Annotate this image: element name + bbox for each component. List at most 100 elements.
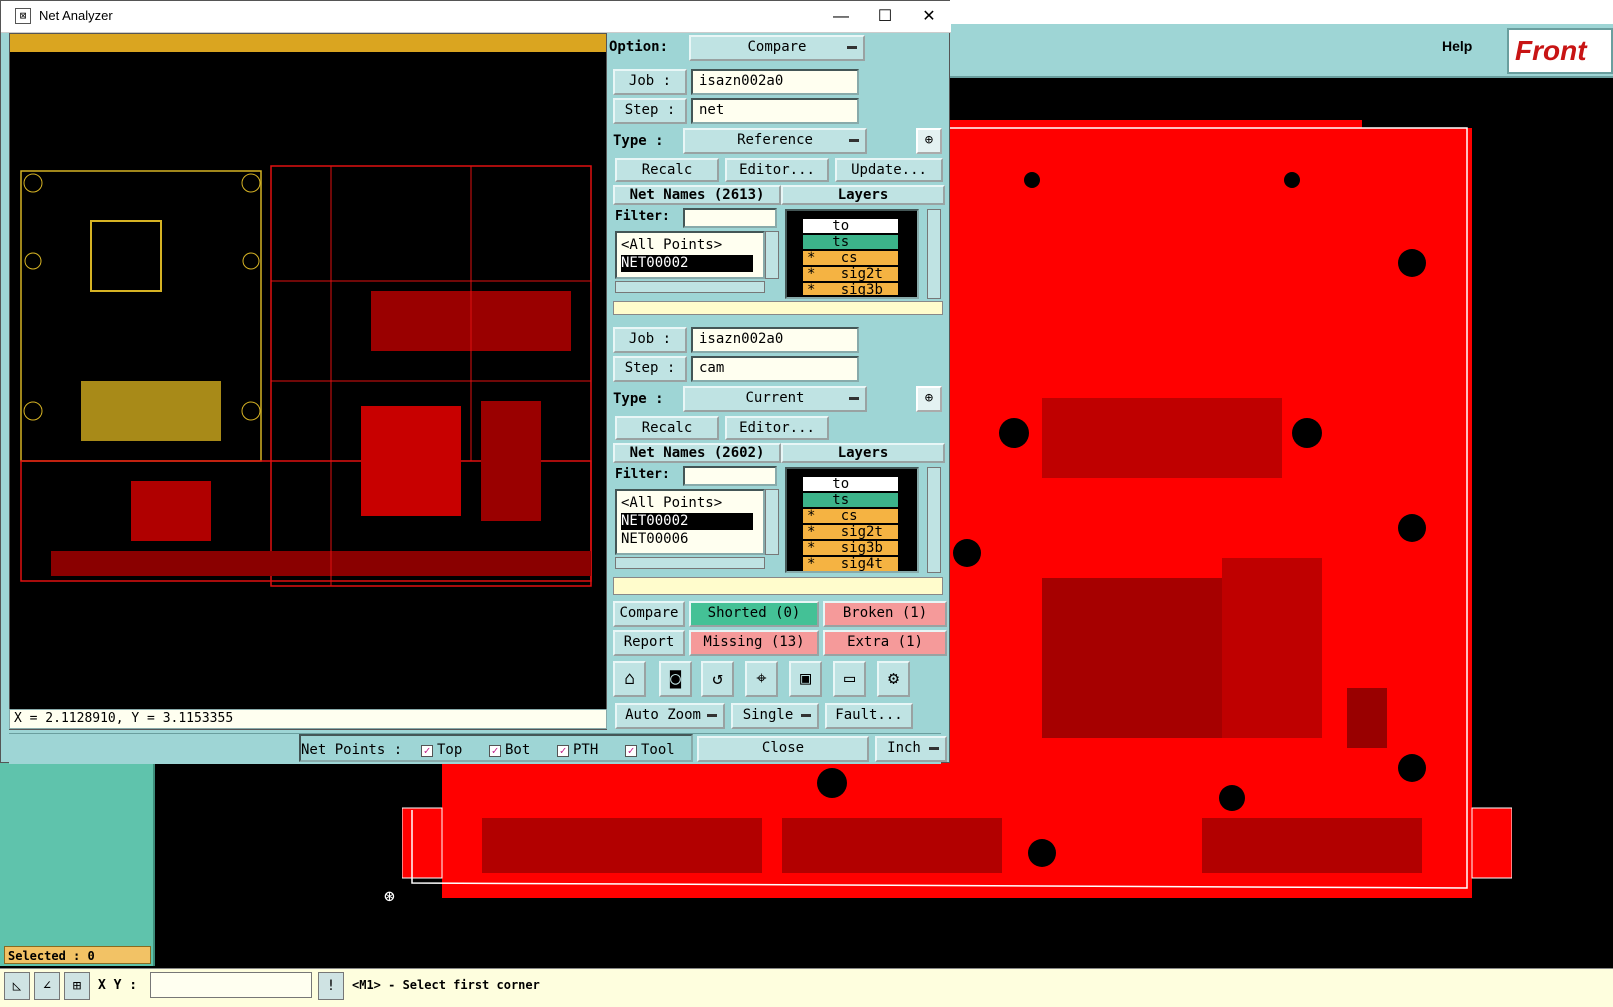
ref-job-field[interactable]: isazn002a0: [691, 69, 859, 95]
cur-net-names-header: Net Names (2602): [613, 443, 781, 463]
ref-net-scrollbar[interactable]: [765, 231, 779, 279]
ref-net-names-header: Net Names (2613): [613, 185, 781, 205]
title-bar: [1, 1, 951, 33]
ref-type-select[interactable]: Reference: [683, 128, 867, 154]
cur-section-separator: [613, 577, 943, 595]
net-graphic[interactable]: [11, 161, 607, 601]
pth-checkbox[interactable]: ✓ PTH: [557, 742, 598, 758]
cur-net-scrollbar[interactable]: [765, 489, 779, 555]
zoom-fit-icon[interactable]: ◺: [4, 972, 30, 1000]
missing-button[interactable]: Missing (13): [689, 630, 819, 656]
list-item[interactable]: NET00006: [621, 531, 688, 548]
ref-net-list[interactable]: <All Points> NET00002: [615, 231, 765, 279]
list-item[interactable]: <All Points>: [621, 495, 722, 512]
layer-item[interactable]: * sig3b: [803, 541, 898, 555]
net-analyzer-window: ⊠ Net Analyzer — ☐ ✕ X = 2.1128910, Y = …: [0, 0, 951, 764]
xy-label: X Y :: [98, 978, 138, 993]
cur-filter-input[interactable]: [683, 466, 777, 486]
fault-button[interactable]: Fault...: [825, 703, 913, 729]
compare-button[interactable]: Compare: [613, 601, 685, 627]
ref-step-label: Step :: [613, 98, 687, 124]
window-icon[interactable]: ▣: [789, 661, 822, 697]
xy-input[interactable]: [150, 972, 312, 998]
list-item[interactable]: <All Points>: [621, 237, 722, 254]
ref-job-label: Job :: [613, 69, 687, 95]
selected-count: Selected : 0: [4, 946, 151, 964]
app-icon: ⊠: [15, 8, 31, 24]
ref-layer-list[interactable]: to ts * cs * sig2t * sig3b: [785, 209, 919, 299]
ref-layers-header: Layers: [781, 185, 945, 205]
layer-item[interactable]: * sig4t: [803, 557, 898, 571]
units-select[interactable]: Inch: [875, 736, 947, 762]
background-left-panel: [0, 760, 155, 966]
close-button[interactable]: Close: [697, 736, 869, 762]
ref-section-separator: [613, 301, 943, 315]
ref-filter-label: Filter:: [615, 209, 670, 224]
cur-job-label: Job :: [613, 327, 687, 353]
layer-item[interactable]: * cs: [803, 251, 898, 265]
coordinate-readout: X = 2.1128910, Y = 3.1153355: [9, 709, 607, 729]
ref-zoom-icon[interactable]: ⊕: [916, 128, 942, 154]
cur-layers-header: Layers: [781, 443, 945, 463]
minimize-button[interactable]: —: [819, 5, 863, 29]
cur-job-field[interactable]: isazn002a0: [691, 327, 859, 353]
single-select[interactable]: Single: [731, 703, 819, 729]
cur-step-label: Step :: [613, 356, 687, 382]
cur-editor-button[interactable]: Editor...: [725, 416, 829, 440]
ref-editor-button[interactable]: Editor...: [725, 158, 829, 182]
layer-item[interactable]: to: [803, 219, 898, 233]
top-checkbox[interactable]: ✓ Top: [421, 742, 462, 758]
layer-item[interactable]: * sig2t: [803, 267, 898, 281]
grid-icon[interactable]: ⊞: [64, 972, 90, 1000]
layer-item[interactable]: * sig3b: [803, 283, 898, 295]
cur-zoom-icon[interactable]: ⊕: [916, 386, 942, 412]
cur-layer-scrollbar[interactable]: [927, 467, 941, 573]
cur-layer-list[interactable]: to ts * cs * sig2t * sig3b * sig4t: [785, 467, 919, 573]
report-button[interactable]: Report: [613, 630, 685, 656]
layer-item[interactable]: ts: [803, 235, 898, 249]
ref-recalc-button[interactable]: Recalc: [615, 158, 719, 182]
auto-zoom-select[interactable]: Auto Zoom: [615, 703, 725, 729]
ref-filter-input[interactable]: [683, 208, 777, 228]
cur-filter-label: Filter:: [615, 467, 670, 482]
cur-recalc-button[interactable]: Recalc: [615, 416, 719, 440]
undo-icon[interactable]: ↺: [701, 661, 734, 697]
cur-step-field[interactable]: cam: [691, 356, 859, 382]
measure-icon[interactable]: ∠: [34, 972, 60, 1000]
broken-button[interactable]: Broken (1): [823, 601, 947, 627]
cur-type-select[interactable]: Current: [683, 386, 867, 412]
settings-icon[interactable]: ⚙: [877, 661, 910, 697]
snapshot-icon[interactable]: ◙: [659, 661, 692, 697]
option-select[interactable]: Compare: [689, 35, 865, 61]
info-icon[interactable]: !: [318, 972, 344, 1000]
layer-item[interactable]: * cs: [803, 509, 898, 523]
ref-step-field[interactable]: net: [691, 98, 859, 124]
ref-net-hscroll[interactable]: [615, 281, 765, 293]
ruler-icon[interactable]: ▭: [833, 661, 866, 697]
net-points-label: Net Points :: [301, 742, 403, 758]
cur-net-list[interactable]: <All Points> NET00002 NET00006: [615, 489, 765, 555]
window-title: Net Analyzer: [39, 8, 113, 23]
list-item[interactable]: NET00002: [621, 255, 753, 272]
pick-net-icon[interactable]: ⌖: [745, 661, 778, 697]
frontline-logo: Front: [1507, 28, 1613, 74]
option-label: Option:: [609, 39, 669, 55]
bot-checkbox[interactable]: ✓ Bot: [489, 742, 530, 758]
help-button[interactable]: Help: [1442, 38, 1472, 54]
layer-item[interactable]: to: [803, 477, 898, 491]
cur-type-label: Type :: [613, 391, 664, 407]
extra-button[interactable]: Extra (1): [823, 630, 947, 656]
viewer-highlight-strip: [10, 34, 606, 52]
tool-checkbox[interactable]: ✓ Tool: [625, 742, 675, 758]
ref-update-button[interactable]: Update...: [835, 158, 943, 182]
layer-item[interactable]: ts: [803, 493, 898, 507]
close-window-button[interactable]: ✕: [907, 5, 951, 29]
home-icon[interactable]: ⌂: [613, 661, 646, 697]
ref-layer-scrollbar[interactable]: [927, 209, 941, 299]
status-message: <M1> - Select first corner: [352, 978, 540, 992]
shorted-button[interactable]: Shorted (0): [689, 601, 819, 627]
layer-item[interactable]: * sig2t: [803, 525, 898, 539]
list-item[interactable]: NET00002: [621, 513, 753, 530]
maximize-button[interactable]: ☐: [863, 5, 907, 29]
cur-net-hscroll[interactable]: [615, 557, 765, 569]
